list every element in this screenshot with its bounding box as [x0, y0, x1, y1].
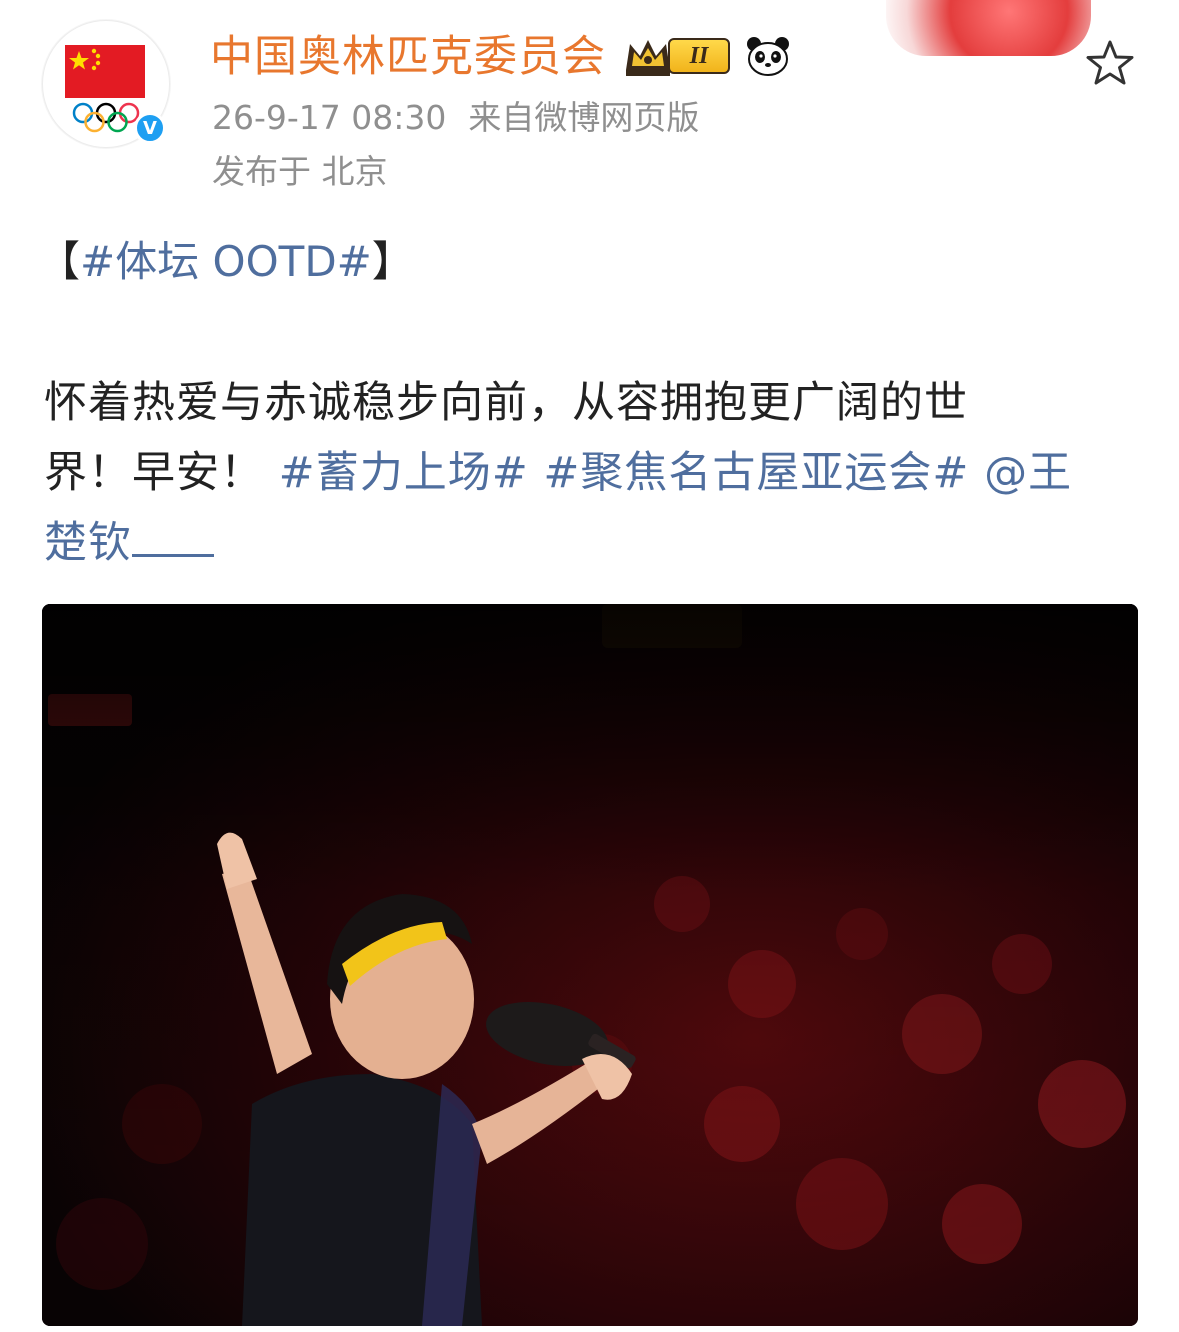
- bracket-close: 】: [371, 237, 414, 286]
- panda-icon: [747, 37, 789, 76]
- account-name[interactable]: 中国奥林匹克委员会: [210, 30, 606, 84]
- decorative-banner: [886, 0, 1091, 56]
- post-meta: 26-9-17 08:30 来自微博网页版: [212, 96, 699, 140]
- post-text-line-2: 界！早安！ #蓄力上场# #聚焦名古屋亚运会# @王: [44, 438, 1144, 508]
- post-text-line-3: 楚钦: [44, 508, 1144, 578]
- olympic-rings-icon: [72, 102, 140, 133]
- member-level-badge[interactable]: II: [668, 38, 730, 74]
- mention-underline: [132, 516, 214, 557]
- crown-icon: [626, 40, 670, 76]
- topic-link-xuli[interactable]: #蓄力上场#: [279, 448, 529, 498]
- post-text-line-1: 怀着热爱与赤诚稳步向前，从容拥抱更广阔的世: [44, 378, 968, 428]
- star-outline-icon[interactable]: [1084, 38, 1136, 90]
- china-flag-icon: [65, 45, 145, 98]
- post-photo[interactable]: [42, 604, 1138, 1326]
- topic-link-nagoya[interactable]: #聚焦名古屋亚运会#: [543, 448, 969, 498]
- post-location: 发布于 北京: [212, 152, 388, 191]
- post-body: 怀着热爱与赤诚稳步向前，从容拥抱更广阔的世 界！早安！ #蓄力上场# #聚焦名古…: [44, 368, 1144, 578]
- post-text-greeting: 界！早安！: [44, 448, 264, 498]
- topic-link-ootd[interactable]: #体坛 OOTD#: [80, 237, 372, 286]
- mention-link-continued[interactable]: 楚钦: [44, 518, 132, 568]
- verified-badge-icon: V: [134, 112, 166, 144]
- post-headline: 【#体坛 OOTD#】: [38, 232, 414, 292]
- table-tennis-player-photo: [42, 604, 1138, 1326]
- bracket-open: 【: [38, 237, 81, 286]
- post-source[interactable]: 来自微博网页版: [468, 98, 699, 137]
- mention-link[interactable]: @王: [984, 448, 1072, 498]
- post-timestamp: 26-9-17 08:30: [212, 98, 447, 137]
